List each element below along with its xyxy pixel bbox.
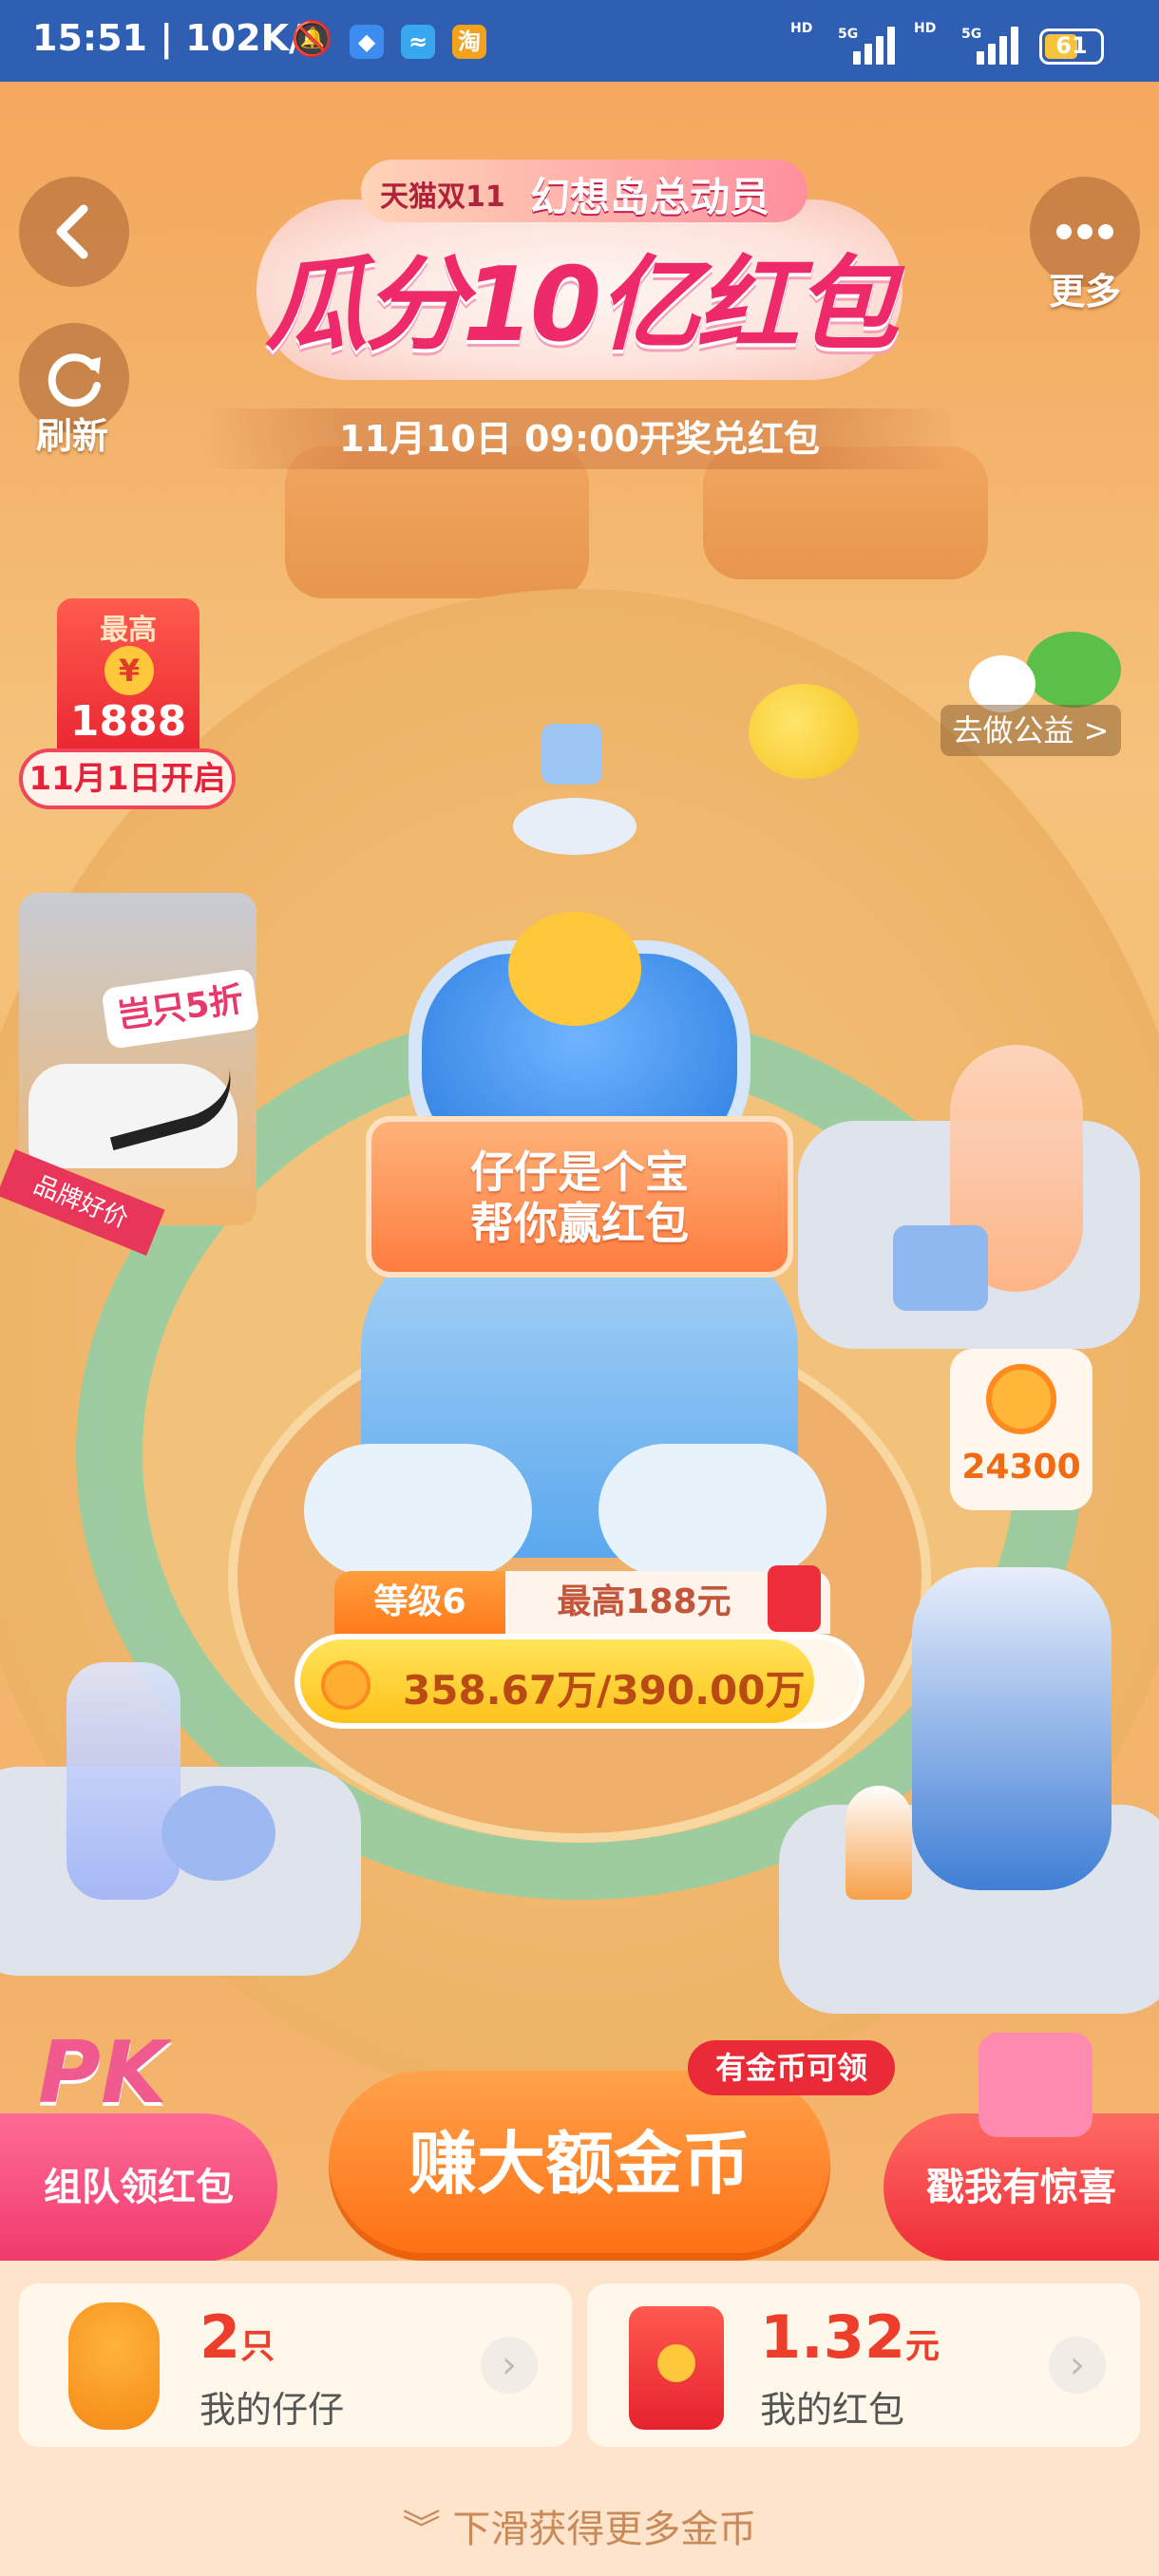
locked-bowl — [162, 1786, 276, 1881]
my-redpacket-card[interactable]: 1.32元 我的红包 › — [587, 2283, 1140, 2447]
coins-available-badge: 有金币可领 — [688, 2040, 895, 2095]
yuan-coin-icon: ¥ — [104, 646, 154, 695]
redpacket-label: 我的红包 — [760, 2389, 905, 2431]
robot-antenna — [513, 798, 636, 855]
background-rock — [285, 446, 589, 598]
signal-bars-icon — [853, 27, 906, 65]
robot-left-foot — [304, 1444, 532, 1577]
lock-icon-right — [893, 1225, 988, 1311]
redpacket-top-label: 最高 — [100, 614, 157, 647]
redpacket-value: 1.32 — [760, 2302, 905, 2372]
battery-percent: 61 — [1055, 32, 1088, 59]
banner-tag-left: 天猫双11 — [380, 180, 505, 214]
level-badge: 等级6 — [334, 1571, 505, 1634]
chevron-right-icon[interactable]: › — [481, 2337, 538, 2394]
tree-icon — [1026, 632, 1121, 708]
battery-icon: 61 — [1039, 28, 1104, 65]
chevron-right-icon-2[interactable]: › — [1049, 2337, 1106, 2394]
redpacket-amount: 1888 — [69, 697, 187, 746]
hd-icon: HD — [790, 21, 813, 36]
lock-icon — [542, 724, 602, 785]
red-envelope-icon-card — [629, 2306, 724, 2430]
refresh-label[interactable]: 刷新 — [36, 407, 108, 459]
robot-sign-line2: 帮你赢红包 — [470, 1198, 689, 1249]
banner-tag-right: 幻想岛总动员 — [530, 174, 770, 220]
swipe-hint[interactable]: ︾ 下滑获得更多金币 — [0, 2498, 1159, 2553]
coin-icon — [657, 2344, 695, 2382]
back-button[interactable] — [19, 177, 129, 287]
robot-sign[interactable]: 仔仔是个宝 帮你赢红包 — [366, 1116, 793, 1278]
banner-title: 瓜分10亿红包 — [264, 246, 898, 365]
more-label[interactable]: 更多 — [1049, 262, 1121, 314]
coin-icon — [321, 1660, 370, 1710]
app-notification-icon-2: ≈ — [401, 25, 435, 59]
charity-button[interactable]: 去做公益 > — [940, 705, 1121, 756]
progress-text: 358.67万/390.00万 — [403, 1667, 806, 1714]
mute-bell-icon: 🔕 — [291, 20, 333, 59]
gold-coin-icon — [986, 1364, 1056, 1434]
status-bar: 15:51 | 102K/s 🔕 ◆ ≈ 淘 HD 5G HD 5G 61 — [0, 0, 1159, 82]
hd-icon-2: HD — [914, 21, 937, 36]
robot-gold-coin-icon — [508, 912, 641, 1026]
locked-bottle[interactable] — [66, 1662, 180, 1900]
coin-collect-bubble[interactable]: 24300 — [950, 1349, 1092, 1510]
zai-unit: 只 — [240, 2327, 276, 2366]
zai-value: 2 — [200, 2302, 241, 2372]
coin-count: 24300 — [961, 1448, 1081, 1487]
chicken-icon — [969, 655, 1036, 712]
taobao-notification-icon: 淘 — [452, 25, 486, 59]
rocket-icon — [846, 1786, 912, 1900]
max-reward-text: 最高188元 — [557, 1582, 732, 1621]
redpacket-open-date[interactable]: 11月1日开启 — [19, 748, 236, 809]
robot-right-foot — [598, 1444, 826, 1577]
pk-icon: PK — [38, 2023, 167, 2123]
my-zai-card[interactable]: 2只 我的仔仔 › — [19, 2283, 572, 2447]
team-redpacket-button[interactable]: 组队领红包 — [0, 2113, 277, 2262]
zai-mascot-icon — [68, 2302, 160, 2430]
campaign-banner: 天猫双11 幻想岛总动员 瓜分10亿红包 — [256, 152, 902, 389]
app-notification-icon: ◆ — [350, 25, 384, 59]
double-chevron-down-icon: ︾ — [402, 2508, 453, 2551]
swipe-label: 下滑获得更多金币 — [452, 2508, 757, 2551]
draw-date: 11月10日 09:00开奖兑红包 — [200, 408, 960, 469]
redpacket-balance: 1.32元 — [760, 2302, 940, 2372]
chevron-left-icon — [56, 204, 88, 259]
earn-coins-button[interactable]: 赚大额金币 — [329, 2071, 830, 2261]
gift-box-icon — [978, 2033, 1092, 2137]
level-progress-bar: 358.67万/390.00万 — [294, 1634, 864, 1729]
status-time: 15:51 | 102K/s — [32, 17, 324, 59]
space-tower[interactable] — [912, 1567, 1112, 1890]
redpacket-unit: 元 — [904, 2327, 940, 2366]
robot-sign-line1: 仔仔是个宝 — [470, 1146, 689, 1198]
max-redpacket[interactable]: 最高 ¥ 1888 — [57, 598, 200, 765]
signal-bars-icon-2 — [977, 27, 1030, 65]
red-envelope-icon — [768, 1565, 821, 1632]
yellow-duck-icon[interactable] — [749, 684, 859, 779]
zai-label: 我的仔仔 — [200, 2389, 345, 2431]
zai-count: 2只 — [200, 2302, 275, 2372]
